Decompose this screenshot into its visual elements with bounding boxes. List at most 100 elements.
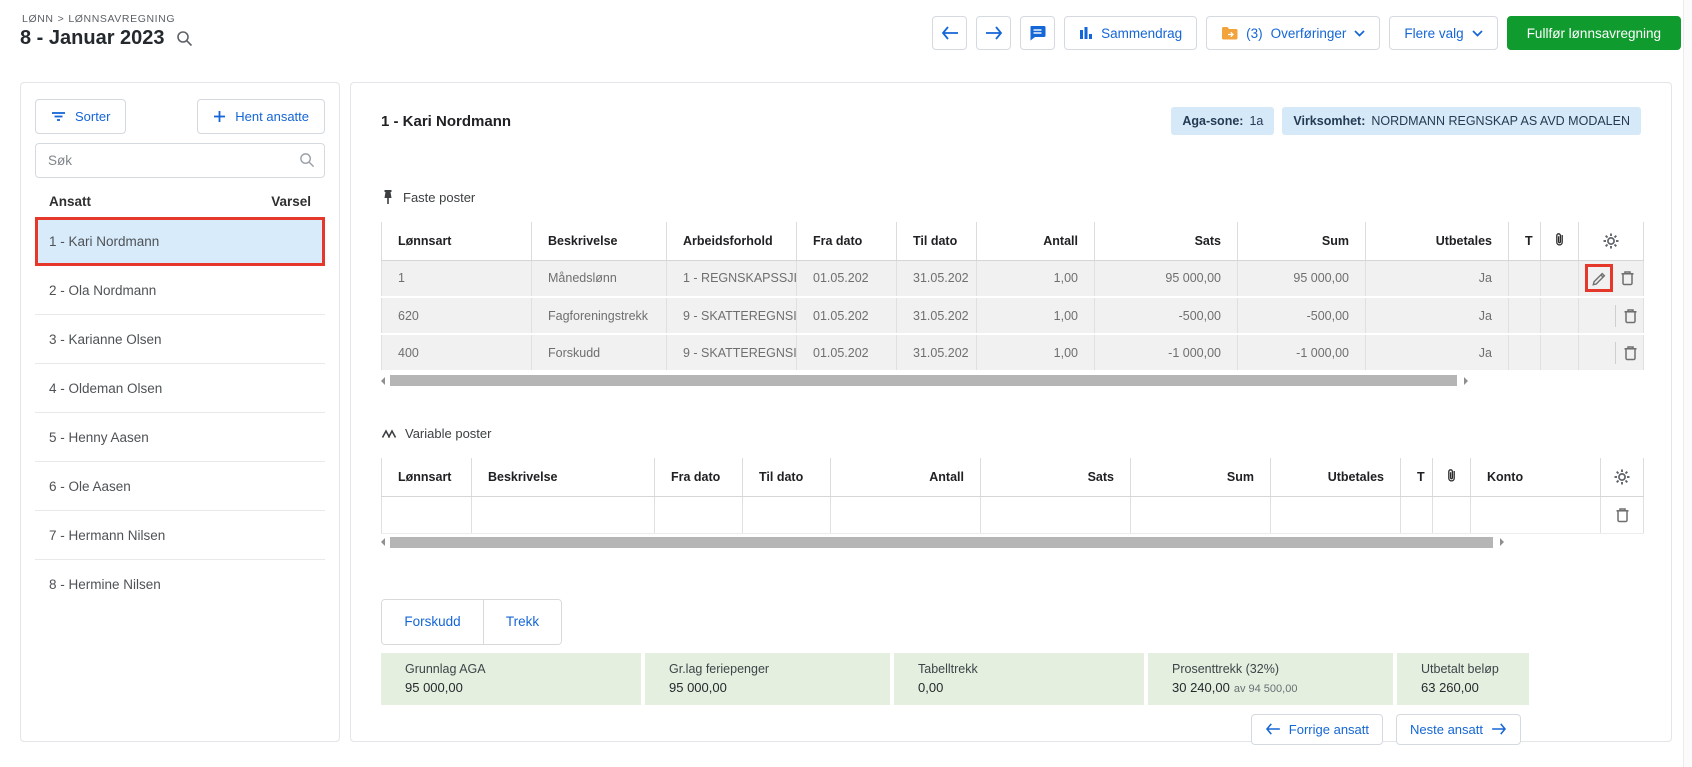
folder-icon [1221, 26, 1238, 40]
fetch-employees-button[interactable]: Hent ansatte [197, 99, 325, 134]
next-period-button[interactable] [976, 16, 1011, 50]
summary-card-utbetalt: Utbetalt beløp 63 260,00 [1397, 653, 1529, 705]
col-lonnsart: Lønnsart [382, 222, 532, 260]
employee-item[interactable]: 6 - Ole Aasen [35, 462, 325, 511]
tab-trekk[interactable]: Trekk [484, 600, 561, 644]
arrow-right-icon [985, 26, 1003, 40]
employee-list: 1 - Kari Nordmann 2 - Ola Nordmann 3 - K… [35, 217, 325, 609]
employee-item[interactable]: 8 - Hermine Nilsen [35, 560, 325, 609]
col-beskrivelse: Beskrivelse [532, 222, 667, 260]
complete-payroll-label: Fullfør lønnsavregning [1527, 26, 1661, 41]
scroll-right-arrow-icon[interactable] [1500, 538, 1504, 546]
transfers-button-label: Overføringer [1271, 26, 1347, 41]
variable-post-empty-row [382, 496, 1644, 533]
scroll-left-arrow-icon[interactable] [381, 538, 385, 546]
company-value: NORDMANN REGNSKAP AS AVD MODALEN [1371, 114, 1630, 128]
fixed-post-row: 400 Forskudd 9 - SKATTEREGNSI 01.05.202 … [382, 334, 1644, 371]
edit-annotation-highlight [1585, 264, 1613, 292]
tab-forskudd[interactable]: Forskudd [382, 600, 484, 644]
summary-button[interactable]: Sammendrag [1064, 16, 1197, 50]
employee-title: 1 - Kari Nordmann [381, 113, 511, 130]
col-arbeidsforhold: Arbeidsforhold [667, 222, 797, 260]
employee-label: 7 - Hermann Nilsen [49, 528, 165, 543]
arrow-right-icon [1491, 723, 1507, 735]
summary-button-label: Sammendrag [1101, 26, 1182, 41]
more-options-label: Flere valg [1404, 26, 1463, 41]
aga-zone-badge: Aga-sone: 1a [1171, 107, 1274, 135]
col-konto: Konto [1471, 458, 1601, 496]
toolbar: Sammendrag (3) Overføringer Flere valg F… [932, 16, 1681, 50]
col-utbetales: Utbetales [1366, 222, 1509, 260]
complete-payroll-button[interactable]: Fullfør lønnsavregning [1507, 16, 1681, 50]
double-chevron-up-icon [381, 428, 397, 439]
chevron-down-icon [1472, 30, 1483, 37]
column-settings-gear-icon[interactable] [1612, 467, 1632, 487]
divider [1615, 305, 1616, 327]
scrollbar-thumb[interactable] [390, 375, 1457, 386]
next-employee-label: Neste ansatt [1410, 722, 1483, 737]
aga-zone-label: Aga-sone: [1182, 114, 1243, 128]
employee-item-selected[interactable]: 1 - Kari Nordmann [35, 217, 325, 266]
payroll-detail-panel: 1 - Kari Nordmann Aga-sone: 1a Virksomhe… [350, 82, 1672, 742]
employee-item[interactable]: 2 - Ola Nordmann [35, 266, 325, 315]
col-utbetales: Utbetales [1271, 458, 1401, 496]
employee-label: 4 - Oldeman Olsen [49, 381, 162, 396]
delete-trash-icon[interactable] [1621, 306, 1640, 326]
breadcrumb: LØNN>LØNNSAVREGNING [22, 13, 175, 25]
column-ansatt: Ansatt [49, 194, 91, 209]
breadcrumb-lonnsavregning[interactable]: LØNNSAVREGNING [68, 13, 175, 25]
company-badge: Virksomhet: NORDMANN REGNSKAP AS AVD MOD… [1282, 107, 1641, 135]
comments-button[interactable] [1020, 16, 1055, 50]
edit-pencil-icon[interactable] [1590, 269, 1609, 288]
company-label: Virksomhet: [1293, 114, 1365, 128]
col-antall: Antall [831, 458, 981, 496]
more-options-button[interactable]: Flere valg [1389, 16, 1497, 50]
col-t: T [1401, 458, 1433, 496]
employee-search-input[interactable] [35, 143, 325, 178]
employee-list-header: Ansatt Varsel [35, 194, 325, 209]
variable-posts-header-row: Lønnsart Beskrivelse Fra dato Til dato A… [382, 458, 1644, 496]
delete-trash-icon[interactable] [1621, 343, 1640, 363]
breadcrumb-lonn[interactable]: LØNN [22, 13, 54, 25]
employee-item[interactable]: 4 - Oldeman Olsen [35, 364, 325, 413]
arrow-left-icon [941, 26, 959, 40]
previous-employee-label: Forrige ansatt [1289, 722, 1369, 737]
col-sats: Sats [981, 458, 1131, 496]
scroll-right-arrow-icon[interactable] [1464, 377, 1468, 385]
fixed-post-row: 620 Fagforeningstrekk 9 - SKATTEREGNSI 0… [382, 297, 1644, 334]
sort-button[interactable]: Sorter [35, 99, 126, 134]
previous-employee-button[interactable]: Forrige ansatt [1251, 714, 1383, 745]
delete-trash-icon[interactable] [1618, 268, 1637, 288]
delete-trash-icon[interactable] [1613, 505, 1632, 525]
employee-item[interactable]: 5 - Henny Aasen [35, 413, 325, 462]
col-sats: Sats [1095, 222, 1238, 260]
summary-row: Grunnlag AGA 95 000,00 Gr.lag feriepenge… [381, 653, 1641, 705]
next-employee-button[interactable]: Neste ansatt [1396, 714, 1521, 745]
column-settings-gear-icon[interactable] [1601, 231, 1621, 251]
period-search-icon[interactable] [176, 30, 193, 47]
col-til-dato: Til dato [743, 458, 831, 496]
col-beskrivelse: Beskrivelse [472, 458, 655, 496]
scroll-left-arrow-icon[interactable] [381, 377, 385, 385]
col-fra-dato: Fra dato [655, 458, 743, 496]
col-t: T [1509, 222, 1541, 260]
col-sum: Sum [1238, 222, 1366, 260]
scrollbar-thumb[interactable] [390, 537, 1493, 548]
employee-item[interactable]: 7 - Hermann Nilsen [35, 511, 325, 560]
bar-chart-icon [1079, 26, 1093, 40]
variable-posts-scrollbar[interactable] [381, 536, 1504, 549]
fixed-posts-scrollbar[interactable] [381, 374, 1468, 387]
employee-label: 1 - Kari Nordmann [49, 234, 159, 249]
variable-posts-title: Variable poster [405, 426, 491, 441]
transfers-button[interactable]: (3) Overføringer [1206, 16, 1380, 50]
sort-button-label: Sorter [75, 109, 110, 124]
fixed-posts-header-row: Lønnsart Beskrivelse Arbeidsforhold Fra … [382, 222, 1644, 260]
browser-scrollbar[interactable] [1683, 0, 1692, 767]
column-varsel: Varsel [271, 194, 311, 209]
fixed-posts-title: Faste poster [403, 190, 475, 205]
prosenttrekk-basis: av 94 500,00 [1234, 683, 1298, 695]
previous-period-button[interactable] [932, 16, 967, 50]
col-fra-dato: Fra dato [797, 222, 897, 260]
variable-posts-section-title: Variable poster [381, 426, 1641, 441]
employee-item[interactable]: 3 - Karianne Olsen [35, 315, 325, 364]
